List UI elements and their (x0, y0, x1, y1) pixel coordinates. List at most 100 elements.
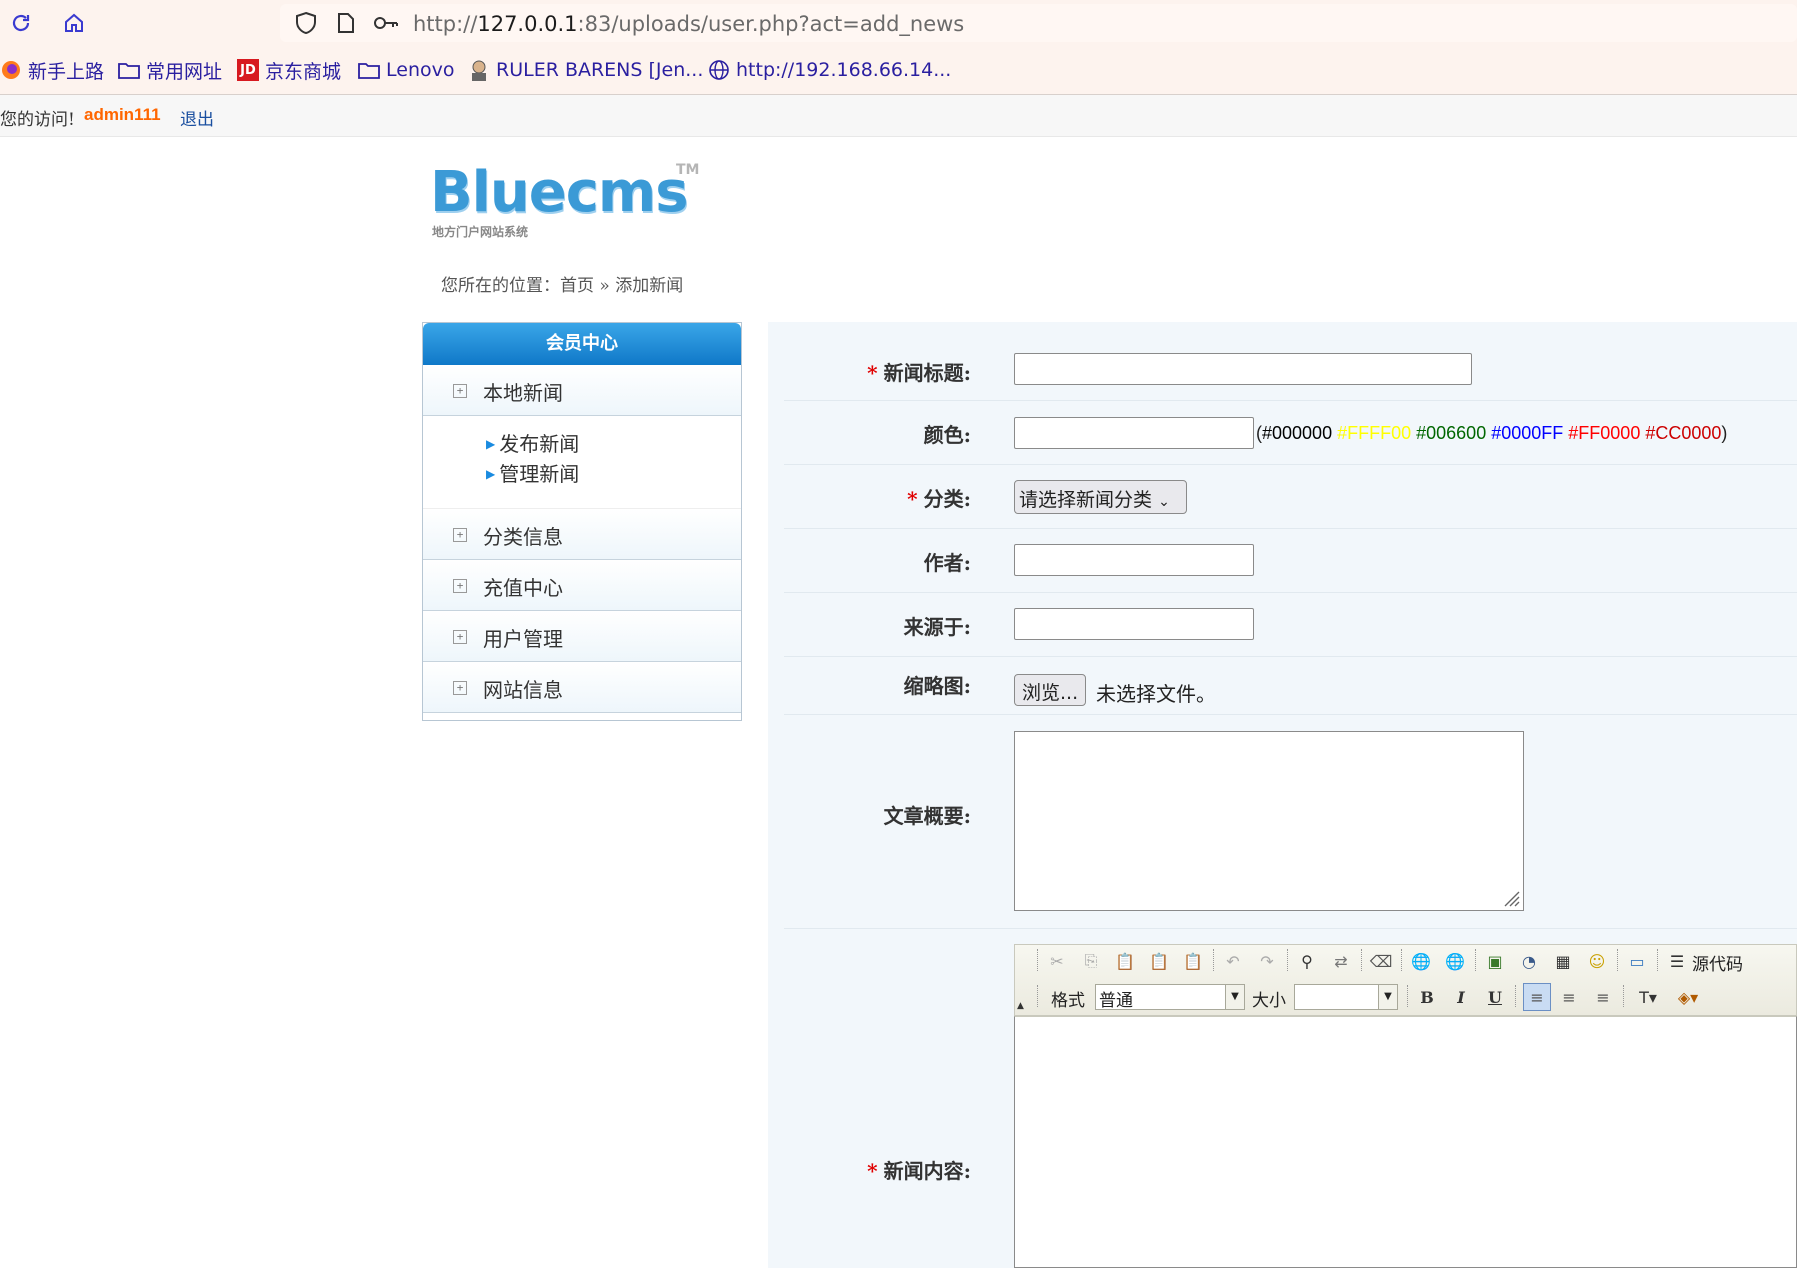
fullscreen-icon[interactable]: ▭ (1625, 949, 1649, 973)
expand-icon[interactable]: + (453, 384, 467, 398)
eraser-icon[interactable]: ⌫ (1369, 949, 1393, 973)
resize-grip-icon[interactable] (1501, 888, 1521, 908)
shield-icon[interactable] (290, 7, 322, 39)
expand-icon[interactable]: + (453, 528, 467, 542)
link-label: 发布新闻 (499, 432, 580, 456)
smiley-icon[interactable]: ☺ (1585, 949, 1609, 973)
color-option[interactable]: #CC0000 (1645, 423, 1721, 443)
toolbar-separator (1407, 985, 1410, 1007)
breadcrumb-current: 添加新闻 (615, 276, 684, 296)
summary-textarea[interactable] (1014, 731, 1524, 911)
news-title-input[interactable] (1014, 353, 1472, 385)
sidebar-item-classifieds[interactable]: + 分类信息 (423, 509, 741, 560)
bookmark-item[interactable]: 新手上路 (0, 58, 105, 83)
color-input[interactable] (1014, 417, 1254, 449)
undo-icon[interactable]: ↶ (1221, 949, 1245, 973)
replace-icon[interactable]: ⇄ (1329, 949, 1353, 973)
bookmark-label: http://192.168.66.14... (736, 59, 952, 81)
image-icon[interactable]: ▣ (1483, 949, 1507, 973)
key-icon[interactable] (370, 7, 402, 39)
address-bar[interactable]: http://127.0.0.1:83/uploads/user.php?act… (280, 4, 1797, 42)
rich-text-editor: ▲ ✂ ⎘ 📋 📋 📋 ↶ ↷ ⚲ ⇄ ⌫ 🌐 🌐 ▣ ◔ ▦ ☺ ▭ ☰ 源代… (1014, 944, 1797, 1268)
paste-icon[interactable]: 📋 (1113, 949, 1137, 973)
bold-button[interactable]: B (1415, 985, 1439, 1009)
logo-wordmark: Bluecms (430, 160, 689, 225)
page-info-icon[interactable] (330, 7, 362, 39)
align-center-icon[interactable]: ≡ (1557, 985, 1581, 1009)
find-icon[interactable]: ⚲ (1295, 949, 1319, 973)
category-select[interactable]: 请选择新闻分类 ⌄ (1014, 480, 1187, 514)
bookmark-item[interactable]: http://192.168.66.14... (708, 58, 951, 82)
sidebar-item-site-info[interactable]: + 网站信息 (423, 662, 741, 713)
bookmark-label: Lenovo (386, 59, 455, 81)
paste-word-icon[interactable]: 📋 (1181, 949, 1205, 973)
no-file-text: 未选择文件。 (1096, 682, 1216, 706)
expand-icon[interactable]: + (453, 579, 467, 593)
bookmark-item[interactable]: JD 京东商城 (237, 58, 341, 83)
bookmark-item[interactable]: 常用网址 (118, 58, 223, 83)
toolbar-separator (1037, 985, 1040, 1007)
sidebar-item-user-management[interactable]: + 用户管理 (423, 611, 741, 662)
sidebar-item-label: 充值中心 (483, 576, 563, 600)
source-code-icon[interactable]: ☰ (1665, 949, 1689, 973)
sidebar-item-local-news[interactable]: + 本地新闻 (423, 365, 741, 416)
toolbar-separator (1287, 949, 1290, 971)
globe-icon (708, 59, 730, 81)
toolbar-separator (1475, 949, 1478, 971)
reload-icon[interactable] (5, 7, 37, 39)
italic-button[interactable]: I (1449, 985, 1473, 1009)
format-select[interactable]: 普通 ▼ (1095, 984, 1245, 1011)
breadcrumb-home-link[interactable]: 首页 (560, 276, 594, 296)
table-icon[interactable]: ▦ (1551, 949, 1575, 973)
browse-file-button[interactable]: 浏览... (1014, 674, 1087, 706)
publish-news-link[interactable]: ▶ 发布新闻 (486, 428, 579, 457)
align-left-icon[interactable]: ≡ (1523, 983, 1551, 1011)
author-label: 作者: (923, 551, 971, 575)
source-code-button[interactable]: 源代码 (1692, 950, 1743, 975)
size-label: 大小 (1252, 991, 1286, 1011)
size-select[interactable]: ▼ (1294, 984, 1398, 1010)
required-mark: * (907, 487, 918, 511)
sidebar-item-recharge[interactable]: + 充值中心 (423, 560, 741, 611)
editor-content-area[interactable] (1014, 1016, 1797, 1268)
cut-icon[interactable]: ✂ (1045, 949, 1069, 973)
bookmark-label: 新手上路 (28, 60, 105, 83)
collapse-toolbar-icon[interactable]: ▲ (1017, 1001, 1027, 1011)
expand-icon[interactable]: + (453, 630, 467, 644)
color-hint: (#000000 #FFFF00 #006600 #0000FF #FF0000… (1256, 423, 1727, 444)
bookmark-item[interactable]: RULER BARENS [Jen... (468, 58, 703, 82)
dropdown-arrow-icon: ▼ (1378, 985, 1397, 1009)
color-option[interactable]: #006600 (1416, 423, 1486, 443)
site-logo[interactable]: Bluecms TM 地方门户网站系统 (430, 160, 700, 240)
color-option[interactable]: #0000FF (1491, 423, 1563, 443)
highlight-color-icon[interactable]: ◈▾ (1671, 985, 1705, 1009)
link-icon[interactable]: 🌐 (1409, 949, 1433, 973)
bookmark-label: 常用网址 (146, 60, 223, 83)
sidebar-item-label: 网站信息 (483, 678, 563, 702)
category-label: * 分类: (907, 483, 971, 512)
redo-icon[interactable]: ↷ (1255, 949, 1279, 973)
author-input[interactable] (1014, 544, 1254, 576)
source-input[interactable] (1014, 608, 1254, 640)
expand-icon[interactable]: + (453, 681, 467, 695)
bookmark-item[interactable]: Lenovo (358, 58, 454, 82)
paste-text-icon[interactable]: 📋 (1147, 949, 1171, 973)
color-option[interactable]: #000000 (1262, 423, 1332, 443)
required-mark: * (867, 1159, 878, 1183)
underline-button[interactable]: U (1483, 985, 1507, 1009)
color-option[interactable]: #FFFF00 (1337, 423, 1411, 443)
copy-icon[interactable]: ⎘ (1079, 949, 1103, 973)
align-right-icon[interactable]: ≡ (1591, 985, 1615, 1009)
color-option[interactable]: #FF0000 (1568, 423, 1640, 443)
home-icon[interactable] (58, 7, 90, 39)
text-color-icon[interactable]: T▾ (1631, 985, 1665, 1009)
flash-icon[interactable]: ◔ (1517, 949, 1541, 973)
username[interactable]: admin111 (84, 105, 161, 125)
logout-link[interactable]: 退出 (180, 105, 214, 130)
bookmark-label: RULER BARENS [Jen... (496, 59, 704, 81)
summary-label: 文章概要: (883, 804, 971, 828)
manage-news-link[interactable]: ▶ 管理新闻 (486, 458, 579, 487)
label-text: 新闻内容: (883, 1159, 971, 1183)
unlink-icon[interactable]: 🌐 (1443, 949, 1467, 973)
form-row-thumbnail: 缩略图: (784, 657, 1797, 715)
